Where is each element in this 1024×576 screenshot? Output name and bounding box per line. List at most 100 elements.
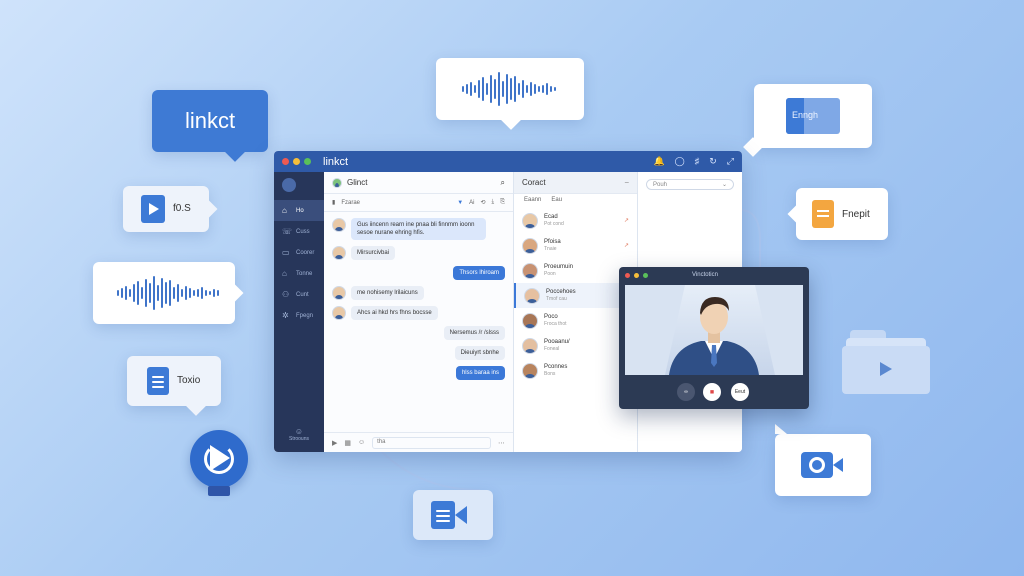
tab-contacts-0[interactable]: Eaann (524, 197, 541, 205)
wave-bar (486, 83, 488, 95)
folder-icon[interactable] (842, 330, 930, 394)
avatar (522, 312, 538, 329)
wave-bar (522, 80, 524, 98)
play-icon[interactable]: ▶ (332, 439, 337, 447)
collapse-icon[interactable]: − (624, 178, 629, 187)
wave-bar (173, 287, 175, 299)
message-row: Nersemus /r /slsss (332, 326, 505, 340)
sync-icon[interactable]: ⟲ (481, 199, 486, 206)
more-icon[interactable]: ⋯ (498, 439, 505, 447)
image-file-card[interactable]: Enngh (754, 84, 872, 148)
avatar[interactable] (332, 218, 346, 232)
chat-title: Glinct (347, 178, 368, 187)
minimize-dot[interactable] (634, 272, 639, 278)
search-input[interactable]: Pouh ⌄ (646, 179, 734, 190)
contact-item[interactable]: Ecad Pot cond ↗ (514, 208, 637, 233)
maximize-dot[interactable] (643, 272, 648, 278)
contact-name: Ecad (544, 214, 558, 220)
chat-search-icon[interactable]: ⌕ (501, 178, 505, 188)
sidebar-bottom-label: Stroouns (288, 436, 309, 442)
sidebar-item-3[interactable]: ⌂ Tonne (274, 263, 324, 284)
wave-bar (530, 82, 532, 96)
avatar[interactable] (332, 286, 346, 300)
wave-bar (169, 280, 171, 306)
video-title: Vinctoticn (692, 272, 718, 278)
avatar[interactable] (332, 306, 346, 320)
refresh-icon[interactable]: ↻ (709, 156, 717, 167)
wave-bar (177, 284, 179, 302)
message-bubble[interactable]: Dieuiyrt sbnhe (454, 346, 505, 360)
message-bubble[interactable]: hlss baraa ins (455, 366, 505, 380)
message-bubble[interactable]: Nersemus /r /slsss (443, 326, 505, 340)
message-bubble[interactable]: me nohisemy lrilaicuns (351, 286, 424, 300)
tab-contacts-1[interactable]: Eau (551, 197, 562, 205)
message-bubble[interactable]: Ahcs ai hkd hrs fhns bocsse (351, 306, 438, 320)
wave-bar (554, 87, 556, 91)
play-circle-icon[interactable] (190, 430, 248, 488)
wave-bar (141, 287, 143, 299)
message-bubble[interactable]: Thsors lhiroam (453, 266, 505, 280)
sidebar-item-4[interactable]: ⚇ Cunt (274, 284, 324, 305)
message-input[interactable]: tha (372, 436, 491, 449)
contact-name: Proeumuin (544, 264, 574, 270)
avatar (522, 237, 538, 254)
chat-icon[interactable]: ◯ (675, 156, 685, 167)
audio-wave-bubble-top (436, 58, 584, 120)
contacts-tabs: Eaann Eau (514, 194, 637, 208)
sidebar-item-1[interactable]: ☏ Cuss (274, 221, 324, 242)
avatar (524, 287, 540, 304)
doc-file-card-left[interactable]: Toxio (127, 356, 221, 406)
video-doc-card[interactable] (413, 490, 493, 540)
sidebar-item-5[interactable]: ✲ Fpegn (274, 305, 324, 326)
wave-bar (145, 279, 147, 307)
close-dot[interactable] (625, 272, 630, 278)
sidebar-item-2[interactable]: ▭ Coorer (274, 242, 324, 263)
filter-icon[interactable]: ▼ (457, 200, 463, 206)
video-file-icon (141, 195, 165, 223)
message-row: Dieuiyrt sbnhe (332, 346, 505, 360)
mute-button[interactable]: ∞ (677, 383, 695, 401)
maximize-dot[interactable] (304, 158, 311, 165)
download-icon[interactable]: ⤓ (492, 199, 495, 206)
wave-bar (494, 79, 496, 99)
sidebar-avatar[interactable] (282, 178, 296, 192)
wave-bar (526, 85, 528, 93)
video-file-card[interactable]: f0.S (123, 186, 209, 232)
emoji-icon[interactable]: ☺ (358, 439, 365, 446)
wave-bar (117, 290, 119, 296)
expand-icon[interactable]: ⤢ (727, 156, 734, 167)
contacts-header: Coract − (514, 172, 637, 194)
close-dot[interactable] (282, 158, 289, 165)
message-bubble[interactable]: Mirsurcivbai (351, 246, 396, 260)
wave-bar (149, 283, 151, 303)
contact-status: Froca thot (544, 321, 567, 327)
sidebar-icon: ⌂ (282, 269, 287, 278)
exit-button[interactable]: Eeut (731, 383, 749, 401)
document-icon (147, 367, 169, 395)
sidebar-item-0[interactable]: ⌂ Ho (274, 200, 324, 221)
notification-icon[interactable]: 🔔 (653, 156, 664, 167)
camera-icon (801, 452, 843, 478)
chat-panel: Glinct ⌕ ▮ Fzarae ▼ Ai ⟲ ⤓ ⎘ Gus iincenn… (324, 172, 514, 452)
wave-bar (165, 282, 167, 304)
chat-avatar (332, 177, 342, 188)
attach-icon[interactable]: ⎘ (500, 199, 505, 206)
doc-file-label: Toxio (177, 375, 201, 386)
play-stand (208, 486, 230, 496)
message-bubble[interactable]: Gus iincenn rearn ine pnaa bli finnmm io… (351, 218, 486, 240)
dropdown-icon: ⌄ (721, 182, 727, 188)
contact-item[interactable]: Pfoisa Tnaie ↗ (514, 233, 637, 258)
ai-icon[interactable]: Ai (469, 200, 474, 206)
pin-icon[interactable]: ▮ (332, 199, 335, 206)
contact-status: Poon (544, 271, 556, 277)
camera-card[interactable] (775, 424, 871, 496)
doc-file-card-right[interactable]: Fnepit (796, 188, 888, 240)
end-call-button[interactable]: ■ (703, 383, 721, 401)
grid-icon[interactable]: ▦ (344, 439, 351, 447)
sidebar-bottom[interactable]: ☺ Stroouns (274, 427, 324, 442)
wave-bar (474, 85, 476, 93)
avatar[interactable] (332, 246, 346, 260)
audio-waveform-icon (462, 72, 556, 106)
minimize-dot[interactable] (293, 158, 300, 165)
mic-icon[interactable]: ♯ (695, 156, 700, 167)
